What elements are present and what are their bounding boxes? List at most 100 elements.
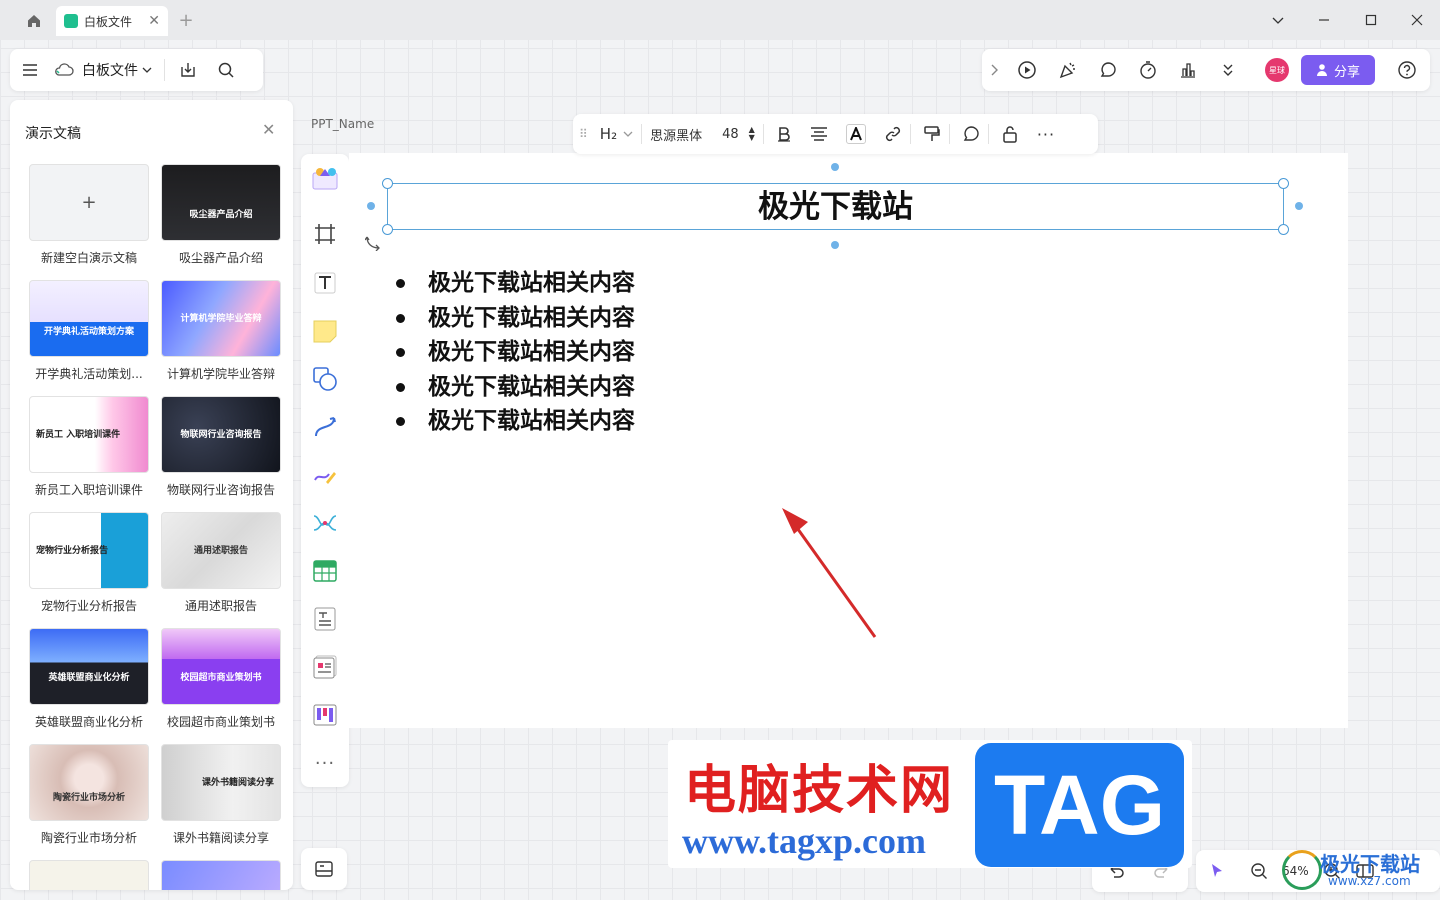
presentation-template-panel: 演示文稿 ✕ + 新建空白演示文稿 吸尘器产品介绍 吸尘器产品介绍 开学典礼活动… [10, 100, 293, 890]
tab-whiteboard-file[interactable]: 白板文件 ✕ [56, 6, 168, 36]
more-icon[interactable]: ··· [1037, 125, 1055, 144]
download-icon[interactable] [179, 61, 197, 79]
mindmap-icon[interactable] [309, 507, 341, 539]
template-card[interactable]: 通用述职报告 通用述职报告 [161, 512, 281, 614]
divider [164, 59, 165, 81]
chevron-down-icon[interactable] [623, 130, 633, 138]
template-card[interactable]: 开学典礼活动策划方案 开学典礼活动策划... [29, 280, 149, 382]
more-icon[interactable]: ··· [309, 747, 341, 779]
format-painter-icon[interactable] [923, 125, 941, 143]
align-center-icon[interactable] [810, 126, 828, 142]
link-icon[interactable] [884, 125, 902, 143]
font-family-select[interactable]: 思源黑体 [650, 125, 702, 144]
template-icon[interactable] [309, 162, 341, 194]
template-card[interactable]: 新员工 入职培训课件 新员工入职培训课件 [29, 396, 149, 498]
heading-level-select[interactable]: H₂ [600, 125, 617, 143]
chevron-down-icon[interactable] [1255, 6, 1301, 34]
annotation-arrow [782, 508, 877, 638]
template-card[interactable]: 计算机学院毕业答辩 计算机学院毕业答辩 [161, 280, 281, 382]
watermark-site-url: www.xz7.com [1328, 874, 1411, 888]
sticky-note-icon[interactable] [309, 315, 341, 347]
home-icon[interactable] [18, 6, 50, 36]
template-card[interactable]: 物联网行业咨询报告 物联网行业咨询报告 [161, 396, 281, 498]
file-name[interactable]: 白板文件 [82, 60, 138, 80]
celebrate-icon[interactable] [1058, 60, 1078, 80]
frame-icon[interactable] [309, 218, 341, 250]
comment-icon[interactable] [962, 125, 980, 143]
template-card[interactable]: 陶瓷行业市场分析 陶瓷行业市场分析 [29, 744, 149, 846]
template-card[interactable]: 课外书籍阅读分享 课外书籍阅读分享 [161, 744, 281, 846]
text-color-icon[interactable] [845, 124, 866, 144]
maximize-button[interactable] [1348, 6, 1394, 34]
slides-icon[interactable] [309, 651, 341, 683]
play-icon[interactable] [1017, 60, 1037, 80]
connector-icon[interactable] [309, 411, 341, 443]
template-label: 通用述职报告 [184, 599, 257, 613]
chevron-down-icon[interactable] [142, 66, 152, 74]
text-icon[interactable] [309, 267, 341, 299]
watermark-logo-icon [1282, 850, 1322, 890]
rotate-icon[interactable] [365, 235, 383, 251]
template-label: 吸尘器产品介绍 [178, 251, 263, 265]
pen-icon[interactable] [309, 459, 341, 491]
document-icon[interactable] [309, 603, 341, 635]
zoom-out-icon[interactable] [1250, 862, 1268, 880]
watermark-xz7: 极光下载站 www.xz7.com [1280, 846, 1440, 896]
connection-point[interactable] [831, 241, 839, 249]
template-label: 陶瓷行业市场分析 [40, 831, 137, 845]
template-thumbnail: 新员工 入职培训课件 [29, 396, 149, 473]
list-item: 极光下载站相关内容 [395, 335, 635, 370]
minimize-button[interactable] [1301, 6, 1347, 34]
tab-close-icon[interactable]: ✕ [148, 13, 160, 29]
template-card[interactable]: 校园超市商业策划书 校园超市商业策划书 [161, 628, 281, 730]
connection-point[interactable] [367, 202, 375, 210]
close-window-button[interactable] [1394, 6, 1440, 34]
template-card[interactable] [29, 860, 149, 890]
close-icon[interactable]: ✕ [262, 120, 275, 139]
slide-name: PPT_Name [311, 117, 375, 131]
watermark-url: www.tagxp.com [682, 821, 926, 861]
connection-point[interactable] [831, 163, 839, 171]
help-icon[interactable] [1397, 60, 1417, 80]
template-label: 英雄联盟商业化分析 [34, 715, 143, 729]
connection-point[interactable] [1295, 202, 1303, 210]
share-button[interactable]: 分享 [1301, 55, 1375, 85]
bold-icon[interactable] [776, 126, 792, 142]
font-size-value[interactable]: 48 [722, 127, 739, 142]
more-down-icon[interactable] [1218, 60, 1238, 80]
slide-heading[interactable]: 极光下载站 [387, 185, 1284, 229]
template-card[interactable]: 宠物行业分析报告 宠物行业分析报告 [29, 512, 149, 614]
drag-handle-icon[interactable]: ⠿ [579, 127, 588, 141]
template-label: 开学典礼活动策划... [35, 367, 143, 381]
list-item: 极光下载站相关内容 [395, 370, 635, 405]
menu-icon[interactable] [22, 63, 38, 77]
title-bar: 白板文件 ✕ + [0, 0, 1440, 40]
shape-icon[interactable] [309, 363, 341, 395]
avatar[interactable]: 星球 [1265, 58, 1289, 82]
template-card[interactable] [161, 860, 281, 890]
table-icon[interactable] [309, 555, 341, 587]
select-cursor-icon[interactable] [1208, 862, 1226, 880]
font-size-stepper[interactable]: ▲ ▼ [749, 126, 755, 142]
vote-icon[interactable] [1178, 60, 1198, 80]
template-thumbnail: 开学典礼活动策划方案 [29, 280, 149, 357]
panel-title: 演示文稿 [25, 126, 81, 142]
divider [641, 124, 643, 144]
comment-icon[interactable] [1098, 60, 1118, 80]
template-card-new-blank[interactable]: + 新建空白演示文稿 [29, 164, 149, 266]
kanban-icon[interactable] [309, 699, 341, 731]
list-item: 极光下载站相关内容 [395, 301, 635, 336]
chevron-right-icon[interactable] [990, 62, 1000, 78]
template-card[interactable]: 英雄联盟商业化分析 英雄联盟商业化分析 [29, 628, 149, 730]
lock-icon[interactable] [1001, 125, 1019, 143]
sidebar-toggle-icon[interactable] [301, 848, 347, 890]
new-tab-icon[interactable]: + [176, 9, 196, 33]
search-icon[interactable] [217, 61, 235, 79]
tab-label: 白板文件 [84, 14, 133, 29]
timer-icon[interactable] [1138, 60, 1158, 80]
template-thumbnail: 英雄联盟商业化分析 [29, 628, 149, 705]
watermark-tag-logo: TAG [975, 743, 1184, 867]
template-label: 新建空白演示文稿 [40, 251, 137, 265]
bullet-list[interactable]: 极光下载站相关内容 极光下载站相关内容 极光下载站相关内容 极光下载站相关内容 … [395, 266, 635, 439]
template-card[interactable]: 吸尘器产品介绍 吸尘器产品介绍 [161, 164, 281, 266]
